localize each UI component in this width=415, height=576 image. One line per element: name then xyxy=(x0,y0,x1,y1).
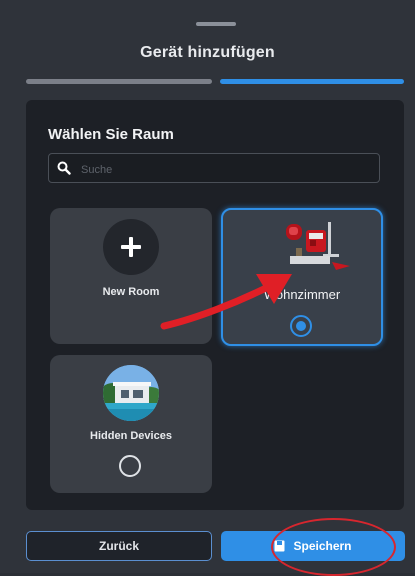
search-box[interactable] xyxy=(48,153,380,183)
house-photo-icon xyxy=(103,365,159,421)
progress-step-1 xyxy=(26,79,212,84)
search-input[interactable] xyxy=(79,159,373,181)
back-button[interactable]: Zurück xyxy=(26,531,212,561)
annotation-circle xyxy=(271,518,396,576)
progress-step-2 xyxy=(220,79,404,84)
room-photo-icon xyxy=(286,222,350,270)
plus-icon xyxy=(103,219,159,275)
drag-handle[interactable] xyxy=(196,22,236,26)
panel-title: Wählen Sie Raum xyxy=(48,126,174,143)
annotation-arrow-icon xyxy=(160,274,292,330)
search-icon xyxy=(57,161,71,175)
room-card-hidden-devices[interactable]: Hidden Devices xyxy=(50,355,212,493)
unselected-radio[interactable] xyxy=(119,455,141,477)
room-label: Hidden Devices xyxy=(90,430,172,442)
add-device-sheet: Gerät hinzufügen Wählen Sie Raum New Roo… xyxy=(0,0,415,576)
page-title: Gerät hinzufügen xyxy=(140,44,275,61)
